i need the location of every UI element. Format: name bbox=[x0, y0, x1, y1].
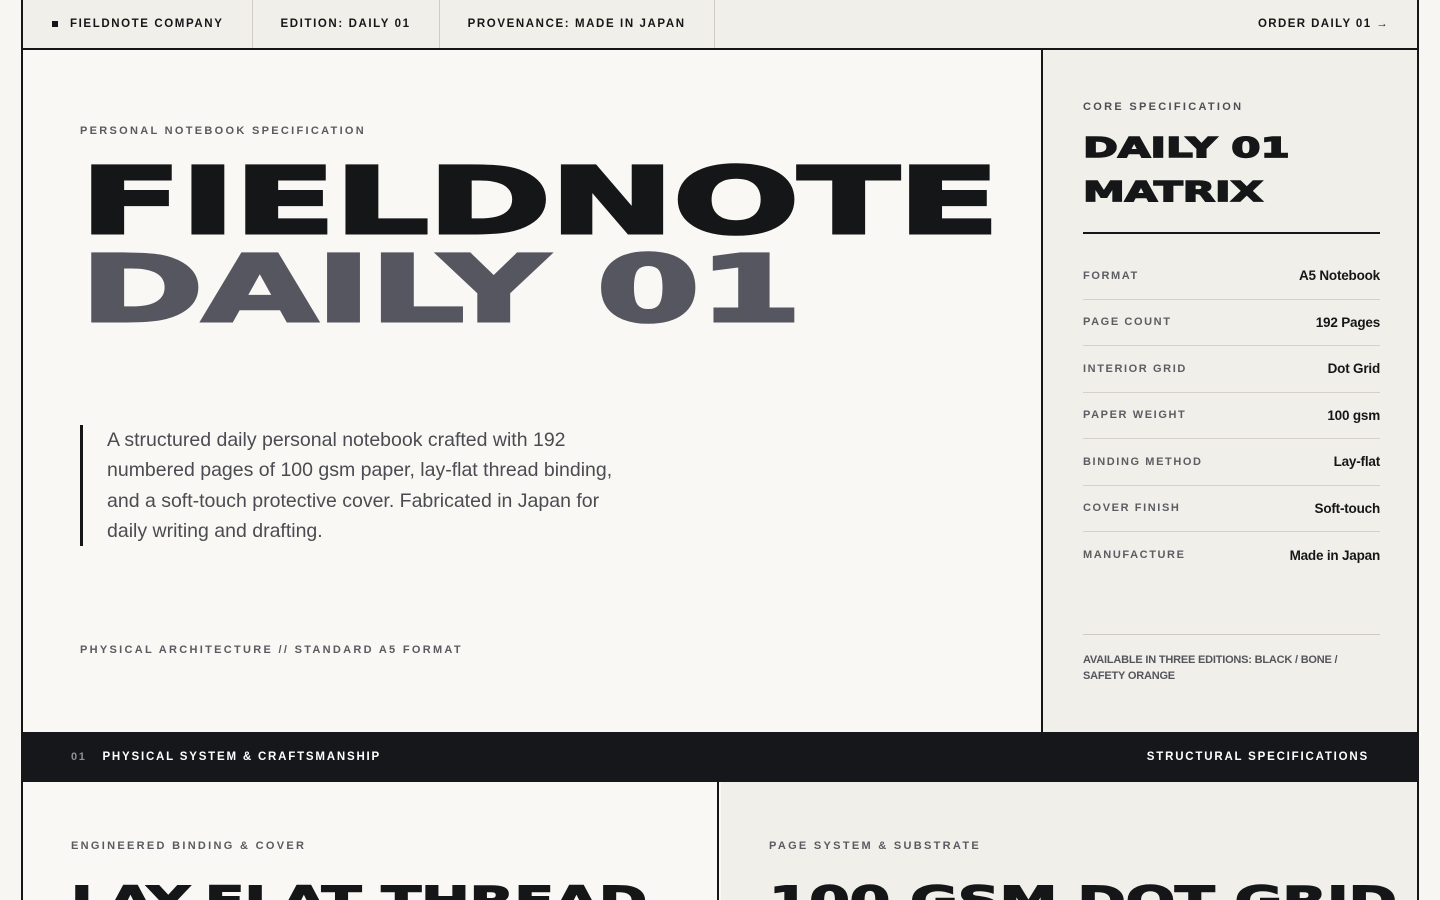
binding-cover-panel: ENGINEERED BINDING & COVER LAY-FLAT THRE… bbox=[23, 782, 719, 900]
spec-list: FORMAT A5 Notebook PAGE COUNT 192 Pages … bbox=[1083, 253, 1380, 579]
spec-row-binding-method: BINDING METHOD Lay-flat bbox=[1083, 439, 1380, 486]
spec-key: COVER FINISH bbox=[1083, 502, 1181, 515]
structural-specs-link[interactable]: STRUCTURAL SPECIFICATIONS bbox=[1147, 751, 1369, 763]
spec-key: FORMAT bbox=[1083, 269, 1139, 282]
spec-row-interior-grid: INTERIOR GRID Dot Grid bbox=[1083, 346, 1380, 393]
spec-value: 100 gsm bbox=[1327, 407, 1380, 423]
matrix-eyebrow: CORE SPECIFICATION bbox=[1083, 101, 1244, 113]
spec-row-paper-weight: PAPER WEIGHT 100 gsm bbox=[1083, 393, 1380, 439]
spec-row-manufacture: MANUFACTURE Made in Japan bbox=[1083, 532, 1380, 579]
nav-edition-label: EDITION: DAILY 01 bbox=[280, 18, 411, 30]
square-bullet-icon bbox=[52, 21, 58, 27]
matrix-title-line2: MATRIX bbox=[1082, 174, 1264, 209]
section-number: 01 bbox=[71, 751, 87, 763]
page-frame: FIELDNOTE COMPANY EDITION: DAILY 01 PROV… bbox=[21, 0, 1419, 900]
section-bar: 01 PHYSICAL SYSTEM & CRAFTSMANSHIP STRUC… bbox=[23, 732, 1417, 782]
nav-company[interactable]: FIELDNOTE COMPANY bbox=[23, 0, 253, 48]
spec-row-cover-finish: COVER FINISH Soft-touch bbox=[1083, 486, 1381, 532]
nav-provenance[interactable]: PROVENANCE: MADE IN JAPAN bbox=[440, 0, 715, 48]
page-system-panel: PAGE SYSTEM & SUBSTRATE 100 GSM DOT GRID bbox=[721, 782, 1417, 900]
spec-key: PAPER WEIGHT bbox=[1083, 409, 1187, 422]
binding-title: LAY-FLAT THREAD bbox=[70, 878, 648, 900]
editions-note: AVAILABLE IN THREE EDITIONS: BLACK / BON… bbox=[1083, 634, 1380, 684]
matrix-title-line1: DAILY 01 bbox=[1082, 130, 1291, 165]
hero-title: FIELDNOTE DAILY 01 bbox=[78, 154, 1003, 337]
spec-key: BINDING METHOD bbox=[1083, 455, 1203, 468]
hero-title-line1: FIELDNOTE bbox=[78, 148, 1003, 255]
spec-row-page-count: PAGE COUNT 192 Pages bbox=[1083, 300, 1380, 346]
spec-value: Dot Grid bbox=[1327, 361, 1381, 377]
order-link[interactable]: ORDER DAILY 01 → bbox=[1258, 0, 1417, 48]
spec-row-format: FORMAT A5 Notebook bbox=[1083, 253, 1380, 300]
binding-eyebrow: ENGINEERED BINDING & COVER bbox=[71, 840, 307, 852]
matrix-title: DAILY 01 MATRIX bbox=[1082, 126, 1380, 234]
hero-description: A structured daily personal notebook cra… bbox=[80, 425, 640, 547]
spec-value: Made in Japan bbox=[1289, 547, 1381, 563]
spec-key: INTERIOR GRID bbox=[1083, 362, 1187, 375]
spec-key: MANUFACTURE bbox=[1083, 549, 1186, 562]
spec-value: Soft-touch bbox=[1314, 500, 1381, 516]
spec-value: 192 Pages bbox=[1315, 314, 1380, 330]
page-system-title: 100 GSM DOT GRID bbox=[768, 878, 1398, 900]
top-nav: FIELDNOTE COMPANY EDITION: DAILY 01 PROV… bbox=[23, 0, 1417, 50]
spec-key: PAGE COUNT bbox=[1083, 316, 1172, 329]
page-system-eyebrow: PAGE SYSTEM & SUBSTRATE bbox=[769, 840, 982, 852]
nav-company-label: FIELDNOTE COMPANY bbox=[70, 18, 224, 30]
hero-eyebrow: PERSONAL NOTEBOOK SPECIFICATION bbox=[80, 125, 367, 137]
spec-value: Lay-flat bbox=[1333, 454, 1381, 470]
spec-matrix-panel: CORE SPECIFICATION DAILY 01 MATRIX FORMA… bbox=[1041, 50, 1417, 732]
section-label: PHYSICAL SYSTEM & CRAFTSMANSHIP bbox=[102, 751, 382, 763]
hero-title-line2: DAILY 01 bbox=[78, 236, 805, 343]
hero-section: PERSONAL NOTEBOOK SPECIFICATION FIELDNOT… bbox=[23, 50, 1041, 732]
nav-edition[interactable]: EDITION: DAILY 01 bbox=[253, 0, 440, 48]
hero-footnote: PHYSICAL ARCHITECTURE // STANDARD A5 FOR… bbox=[80, 644, 463, 656]
nav-provenance-label: PROVENANCE: MADE IN JAPAN bbox=[467, 18, 686, 30]
spec-value: A5 Notebook bbox=[1298, 268, 1380, 284]
